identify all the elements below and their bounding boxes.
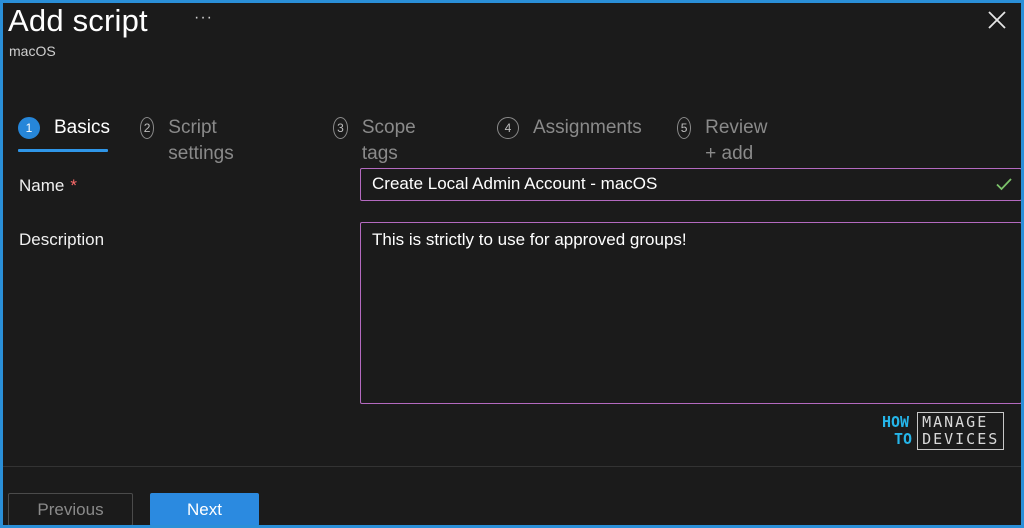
step-number: 3	[333, 117, 348, 139]
description-label: Description	[19, 230, 105, 249]
description-textarea[interactable]: This is strictly to use for approved gro…	[360, 222, 1021, 404]
checkmark-icon	[996, 178, 1012, 191]
name-input[interactable]: Create Local Admin Account - macOS	[360, 168, 1021, 201]
watermark-devices: DEVICES	[922, 430, 1000, 448]
step-assignments[interactable]: 4 Assignments	[497, 115, 642, 155]
page-title: Add script	[8, 3, 148, 38]
step-label: Scope tags	[361, 117, 416, 164]
watermark-manage-devices: MANAGE DEVICES	[917, 412, 1005, 450]
name-input-value: Create Local Admin Account - macOS	[372, 174, 658, 193]
active-step-indicator	[18, 149, 108, 152]
required-indicator: *	[70, 176, 77, 195]
step-label: Assignments	[533, 117, 642, 138]
step-label: Review + add	[705, 117, 768, 164]
watermark-logo: HOW TO MANAGE DEVICES	[882, 412, 1005, 450]
watermark-how-to: HOW TO	[882, 414, 912, 448]
previous-button[interactable]: Previous	[8, 493, 133, 525]
step-number: 4	[497, 117, 519, 139]
description-value: This is strictly to use for approved gro…	[372, 230, 687, 249]
add-script-blade: Add script ··· macOS 1 Basics 2 Script s…	[0, 0, 1024, 528]
step-label: Script settings	[168, 117, 234, 164]
step-review-add[interactable]: 5 Review + add	[677, 115, 775, 164]
page-subtitle: macOS	[9, 43, 56, 59]
close-icon	[988, 11, 1006, 29]
step-number: 1	[18, 117, 40, 139]
more-options-button[interactable]: ···	[194, 9, 213, 27]
watermark-manage: MANAGE	[922, 413, 989, 431]
next-button[interactable]: Next	[150, 493, 259, 525]
step-number: 2	[140, 117, 155, 139]
name-label-text: Name	[19, 176, 65, 195]
step-basics[interactable]: 1 Basics	[18, 115, 110, 155]
step-number: 5	[677, 117, 692, 139]
watermark-how: HOW	[882, 413, 910, 431]
name-label: Name *	[19, 176, 77, 196]
watermark-to: TO	[894, 430, 913, 448]
step-script-settings[interactable]: 2 Script settings	[140, 115, 241, 164]
footer-divider	[3, 466, 1021, 467]
close-button[interactable]	[985, 8, 1009, 32]
step-label: Basics	[54, 117, 110, 138]
step-scope-tags[interactable]: 3 Scope tags	[333, 115, 423, 164]
